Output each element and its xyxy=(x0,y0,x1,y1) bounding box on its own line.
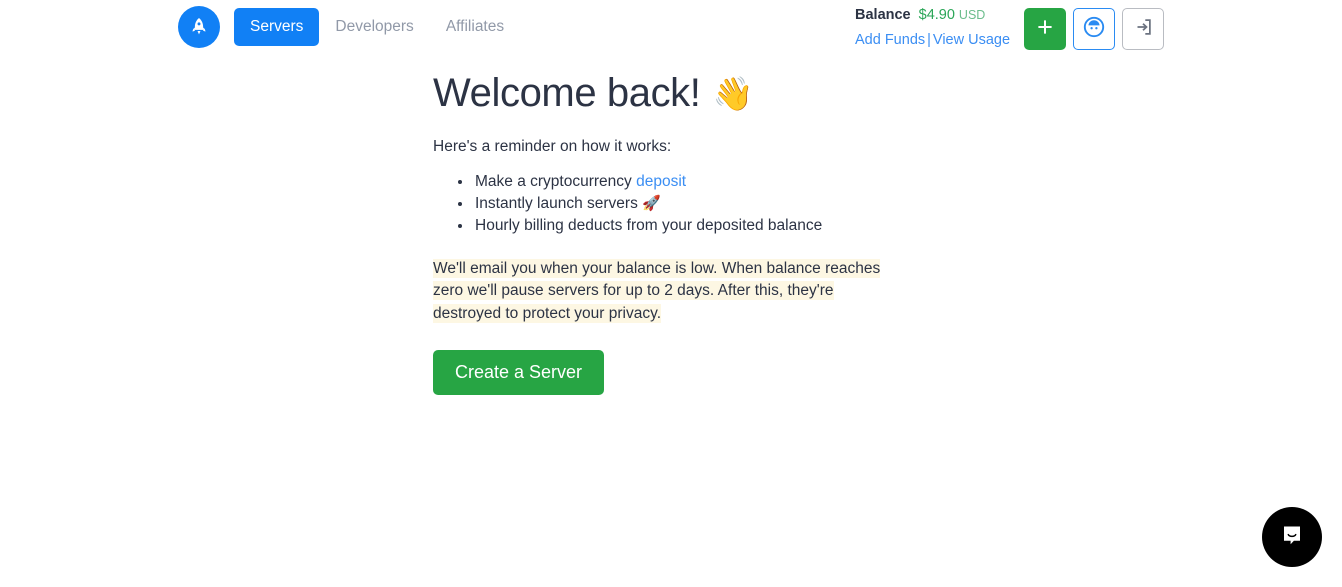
list-item: Instantly launch servers 🚀 xyxy=(473,193,993,215)
step-2-text: Instantly launch servers xyxy=(475,194,643,212)
balance-block: Balance $4.90 USD Add Funds | View Usage xyxy=(855,8,1010,48)
nav-item-servers-label: Servers xyxy=(250,18,304,36)
header-action-buttons xyxy=(1024,8,1164,50)
balance-amount: $4.90 xyxy=(918,7,955,23)
nav-left-group: Servers Developers Affiliates xyxy=(178,6,520,48)
account-button[interactable] xyxy=(1073,8,1115,50)
step-1-text: Make a cryptocurrency xyxy=(475,172,637,190)
nav-item-developers-label: Developers xyxy=(335,18,414,36)
main-content: Welcome back! 👋 Here's a reminder on how… xyxy=(433,68,993,396)
rocket-logo-icon[interactable] xyxy=(178,6,220,48)
sign-out-icon xyxy=(1132,16,1154,43)
chat-widget-button[interactable] xyxy=(1262,507,1322,567)
step-3-text: Hourly billing deducts from your deposit… xyxy=(475,216,823,234)
balance-links-row: Add Funds | View Usage xyxy=(855,33,1010,48)
how-it-works-list: Make a cryptocurrency deposit Instantly … xyxy=(433,171,993,237)
logout-button[interactable] xyxy=(1122,8,1164,50)
add-funds-link[interactable]: Add Funds xyxy=(855,32,925,48)
intro-text: Here's a reminder on how it works: xyxy=(433,138,672,156)
plus-icon xyxy=(1035,17,1055,42)
page-title-text: Welcome back! xyxy=(433,71,701,115)
create-server-button[interactable]: Create a Server xyxy=(433,350,605,396)
deposit-link[interactable]: deposit xyxy=(636,173,686,190)
balance-link-separator: | xyxy=(927,32,931,48)
add-funds-button[interactable] xyxy=(1024,8,1066,50)
page-title: Welcome back! 👋 xyxy=(433,68,993,119)
balance-currency: USD xyxy=(958,8,986,22)
waving-hand-emoji: 👋 xyxy=(712,75,754,113)
list-item: Hourly billing deducts from your deposit… xyxy=(473,215,993,237)
low-balance-notice-text: We'll email you when your balance is low… xyxy=(433,258,881,323)
top-navigation-bar: Servers Developers Affiliates Balance $4… xyxy=(0,0,1342,57)
rocket-emoji: 🚀 xyxy=(642,194,661,212)
low-balance-notice: We'll email you when your balance is low… xyxy=(433,258,888,326)
nav-items: Servers Developers Affiliates xyxy=(234,8,520,46)
nav-item-affiliates-label: Affiliates xyxy=(445,18,505,36)
list-item: Make a cryptocurrency deposit xyxy=(473,171,993,193)
balance-label: Balance xyxy=(855,7,911,23)
nav-item-developers[interactable]: Developers xyxy=(319,8,429,46)
nav-item-servers[interactable]: Servers xyxy=(234,8,320,46)
nav-item-affiliates[interactable]: Affiliates xyxy=(430,8,520,46)
user-avatar-icon xyxy=(1082,15,1106,44)
chat-bubble-icon xyxy=(1277,520,1307,555)
balance-summary-row: Balance $4.90 USD xyxy=(855,8,1010,25)
view-usage-link[interactable]: View Usage xyxy=(933,32,1010,48)
